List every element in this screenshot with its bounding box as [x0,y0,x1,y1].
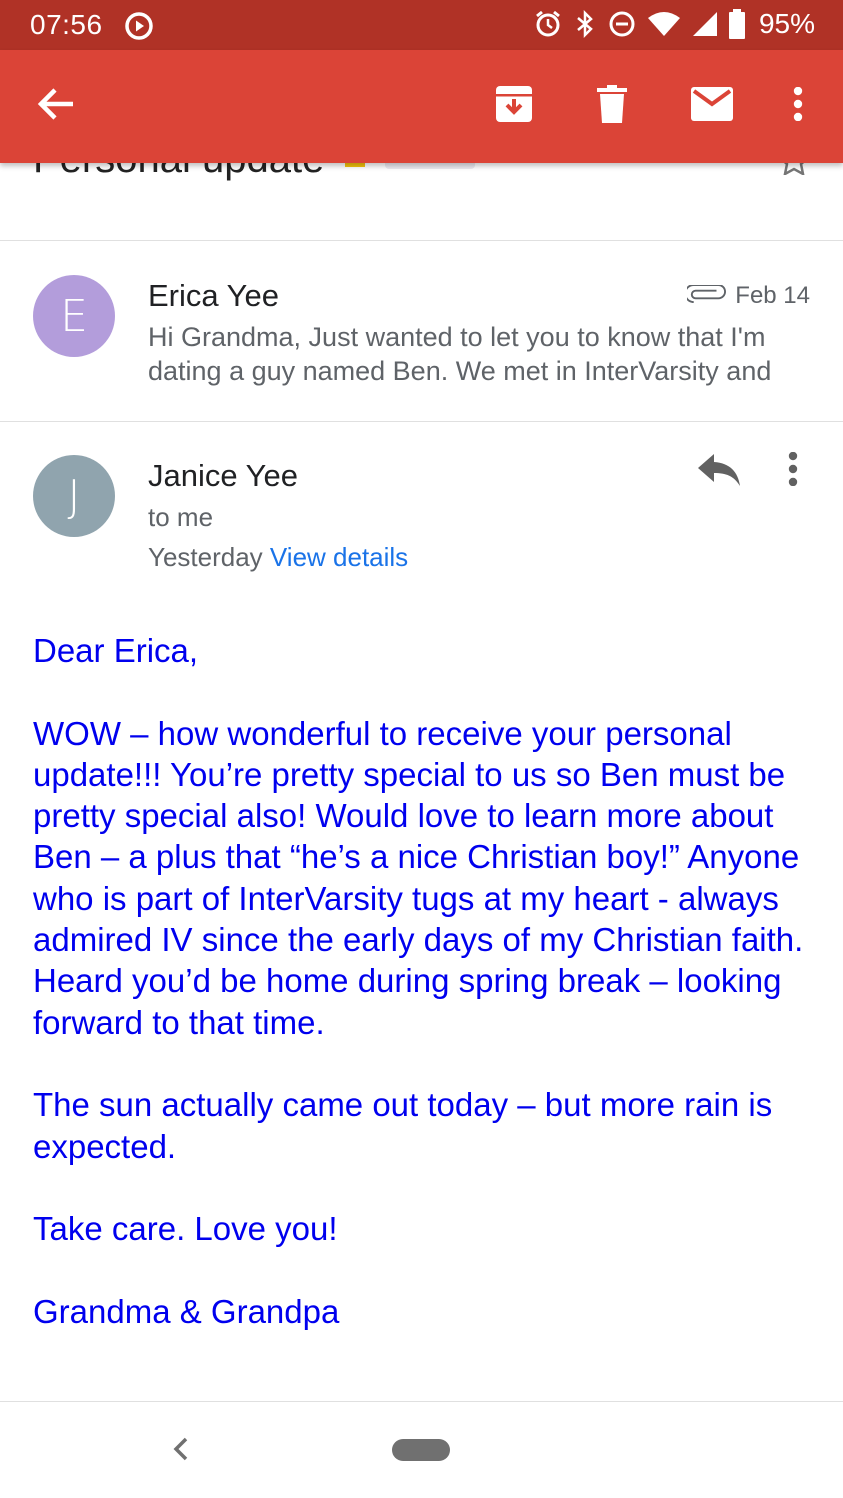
body-paragraph: WOW – how wonderful to receive your pers… [33,714,804,1041]
system-nav-bar [0,1402,843,1498]
star-icon[interactable] [778,163,810,180]
recipient-line: to me [148,502,214,532]
reply-button[interactable] [696,452,742,493]
mark-unread-button[interactable] [676,50,748,163]
alarm-icon [533,9,563,39]
email-subject: Personal update [33,163,324,182]
avatar-letter: E [60,290,88,342]
avatar: E [33,275,115,357]
status-time: 07:56 [30,9,103,40]
archive-button[interactable] [478,50,550,163]
back-button[interactable] [20,50,92,163]
status-bar: 07:56 95% [0,0,843,50]
body-paragraph: Take care. Love you! [33,1210,338,1248]
reply-icon [696,454,742,492]
message-snippet: Hi Grandma, Just wanted to let you to kn… [148,322,772,386]
wifi-icon [647,10,681,38]
battery-percent: 95% [758,8,815,39]
message-body: Dear Erica, WOW – how wonderful to recei… [33,630,823,1373]
do-not-disturb-icon [607,9,637,39]
avatar: J [33,455,115,537]
delete-icon [597,85,627,128]
more-options-button[interactable] [770,50,826,163]
important-marker-icon [345,163,365,167]
archive-icon [494,84,534,129]
expanded-message: J Janice Yee to me Yesterday View detail… [0,422,843,1402]
signal-icon [691,10,719,38]
back-arrow-icon [37,87,75,126]
app-toolbar [0,50,843,163]
bluetooth-icon [573,9,597,39]
label-chip [385,163,475,169]
more-vert-icon [793,86,803,126]
collapsed-message[interactable]: E Erica Yee Feb 14 Hi Grandma, Just want… [0,242,843,422]
message-time: Yesterday [148,542,263,572]
more-vert-icon [788,451,798,490]
message-date-row: Feb 14 [684,282,810,310]
delete-button[interactable] [576,50,648,163]
subject-header: Personal update [0,163,843,241]
attachment-icon [684,282,727,310]
body-paragraph: Dear Erica, [33,632,199,669]
body-paragraph: The sun actually came out today – but mo… [33,1086,773,1165]
message-date: Feb 14 [735,282,810,309]
message-more-button[interactable] [788,451,798,491]
sender-name: Janice Yee [148,458,298,493]
nav-home-pill[interactable] [392,1439,450,1461]
message-time-row: Yesterday View details [148,542,408,573]
avatar-letter: J [67,470,81,522]
nav-back-icon[interactable] [170,1436,192,1467]
battery-icon [728,9,745,39]
body-paragraph: Grandma & Grandpa [33,1292,340,1330]
view-details-link[interactable]: View details [270,542,408,572]
sender-name: Erica Yee [148,278,279,313]
play-notification-icon [125,12,153,40]
mark-unread-icon [691,87,733,126]
status-icons: 95% [533,8,815,40]
